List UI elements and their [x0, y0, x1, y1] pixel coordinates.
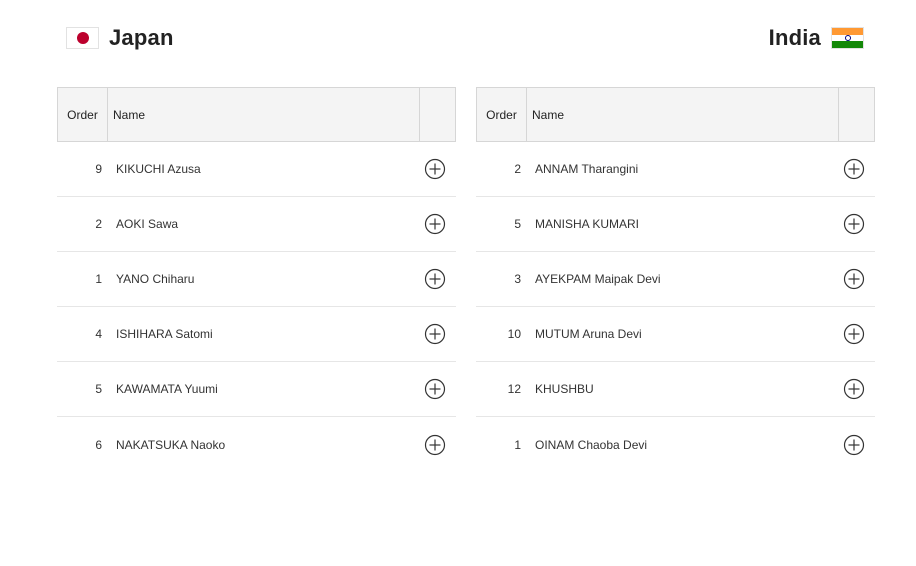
india-flag-icon — [831, 27, 864, 49]
player-name: YANO Chiharu — [116, 272, 195, 286]
action-cell — [413, 158, 456, 180]
player-order: 5 — [95, 382, 102, 396]
player-name: KAWAMATA Yuumi — [116, 382, 218, 396]
column-header-name: Name — [527, 88, 839, 141]
plus-circle-icon[interactable] — [424, 158, 446, 180]
team-header-india: India — [769, 22, 864, 54]
column-header-order: Order — [477, 88, 527, 141]
player-order: 10 — [507, 327, 521, 341]
lineup-table-japan: Order Name 9 KIKUCHI Azusa 2 AOKI Sawa 1 YANO… — [57, 87, 456, 472]
lineup-table-india: Order Name 2 ANNAM Tharangini 5 MANISHA KUM… — [476, 87, 875, 472]
plus-circle-icon[interactable] — [424, 434, 446, 456]
player-name: AYEKPAM Maipak Devi — [535, 272, 661, 286]
player-order: 2 — [514, 162, 521, 176]
plus-circle-icon[interactable] — [843, 213, 865, 235]
japan-flag-icon — [66, 27, 99, 49]
table-row: 5 KAWAMATA Yuumi — [57, 362, 456, 417]
table-row: 5 MANISHA KUMARI — [476, 197, 875, 252]
table-row: 1 OINAM Chaoba Devi — [476, 417, 875, 472]
table-row: 1 YANO Chiharu — [57, 252, 456, 307]
team-header-japan: Japan — [66, 22, 174, 54]
player-order: 1 — [95, 272, 102, 286]
player-name: ANNAM Tharangini — [535, 162, 639, 176]
table-row: 12 KHUSHBU — [476, 362, 875, 417]
plus-circle-icon[interactable] — [424, 213, 446, 235]
action-cell — [413, 268, 456, 290]
action-cell — [832, 268, 875, 290]
column-header-name: Name — [108, 88, 420, 141]
plus-circle-icon[interactable] — [424, 268, 446, 290]
player-order: 3 — [514, 272, 521, 286]
player-name: AOKI Sawa — [116, 217, 179, 231]
player-name: MANISHA KUMARI — [535, 217, 640, 231]
plus-circle-icon[interactable] — [424, 378, 446, 400]
player-order: 1 — [514, 437, 521, 452]
table-row: 2 AOKI Sawa — [57, 197, 456, 252]
plus-circle-icon[interactable] — [843, 158, 865, 180]
column-header-action — [839, 88, 874, 141]
player-order: 6 — [95, 437, 102, 452]
player-order: 5 — [514, 217, 521, 231]
action-cell — [832, 323, 875, 345]
table-row: 4 ISHIHARA Satomi — [57, 307, 456, 362]
column-header-action — [420, 88, 455, 141]
table-header: Order Name — [476, 87, 875, 142]
table-header: Order Name — [57, 87, 456, 142]
table-row: 6 NAKATSUKA Naoko — [57, 417, 456, 472]
action-cell — [832, 378, 875, 400]
plus-circle-icon[interactable] — [843, 323, 865, 345]
plus-circle-icon[interactable] — [843, 378, 865, 400]
table-row: 10 MUTUM Aruna Devi — [476, 307, 875, 362]
table-body: 2 ANNAM Tharangini 5 MANISHA KUMARI 3 AYEKPAM… — [476, 142, 875, 472]
player-name: MUTUM Aruna Devi — [535, 327, 642, 341]
plus-circle-icon[interactable] — [843, 434, 865, 456]
player-order: 12 — [507, 382, 521, 396]
player-name: KIKUCHI Azusa — [116, 162, 201, 176]
column-header-order: Order — [58, 88, 108, 141]
plus-circle-icon[interactable] — [424, 323, 446, 345]
team-name-japan: Japan — [109, 25, 174, 50]
table-row: 9 KIKUCHI Azusa — [57, 142, 456, 197]
table-row: 3 AYEKPAM Maipak Devi — [476, 252, 875, 307]
action-cell — [413, 323, 456, 345]
action-cell — [413, 434, 456, 456]
table-body: 9 KIKUCHI Azusa 2 AOKI Sawa 1 YANO Chiharu 4 IS… — [57, 142, 456, 472]
action-cell — [413, 378, 456, 400]
table-row: 2 ANNAM Tharangini — [476, 142, 875, 197]
player-order: 4 — [95, 327, 102, 341]
player-order: 9 — [95, 162, 102, 176]
action-cell — [413, 213, 456, 235]
player-name: KHUSHBU — [535, 382, 594, 396]
player-name: ISHIHARA Satomi — [116, 327, 213, 341]
player-name: NAKATSUKA Naoko — [116, 437, 226, 452]
player-name: OINAM Chaoba Devi — [535, 437, 648, 452]
action-cell — [832, 158, 875, 180]
action-cell — [832, 434, 875, 456]
action-cell — [832, 213, 875, 235]
player-order: 2 — [95, 217, 102, 231]
plus-circle-icon[interactable] — [843, 268, 865, 290]
team-name-india: India — [768, 25, 821, 50]
